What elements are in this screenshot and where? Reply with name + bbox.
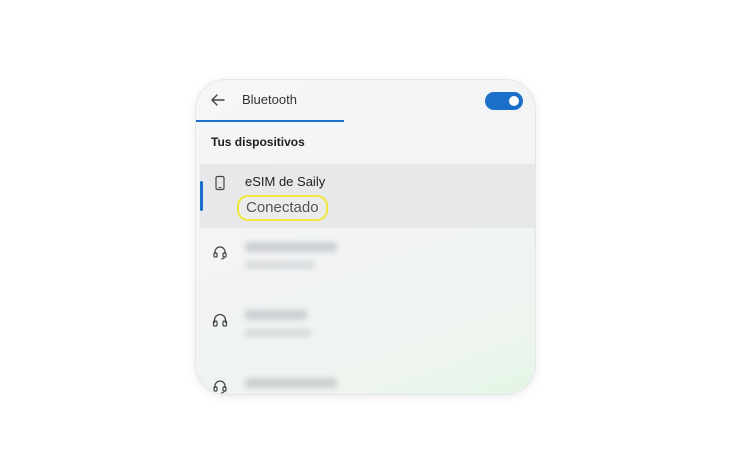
device-row-blurred-3[interactable] <box>200 362 535 394</box>
headset-icon <box>212 244 228 260</box>
headphones-icon <box>212 312 228 328</box>
arrow-left-icon[interactable] <box>209 91 227 109</box>
headset-icon <box>212 378 228 394</box>
header: Bluetooth <box>196 80 535 122</box>
phone-icon <box>212 175 228 191</box>
blurred-device-name <box>245 242 337 252</box>
page-title: Bluetooth <box>242 92 297 107</box>
toggle-knob <box>509 96 519 106</box>
device-status: Conectado <box>237 195 328 221</box>
device-row-blurred-2[interactable] <box>200 294 535 358</box>
device-name: eSIM de Saily <box>245 174 326 189</box>
blurred-device-name <box>245 310 307 320</box>
bluetooth-toggle[interactable] <box>485 92 523 110</box>
bluetooth-settings-panel: Bluetooth Tus dispositivos eSIM de Saily… <box>196 80 535 394</box>
device-row-blurred-1[interactable] <box>200 228 535 292</box>
device-row-esim[interactable]: eSIM de Saily Conectado <box>200 164 535 228</box>
header-underline <box>196 120 344 122</box>
blurred-device-name <box>245 378 337 388</box>
selection-indicator <box>200 181 203 211</box>
section-title: Tus dispositivos <box>211 135 305 149</box>
blurred-device-status <box>245 261 315 269</box>
blurred-device-status <box>245 329 311 337</box>
